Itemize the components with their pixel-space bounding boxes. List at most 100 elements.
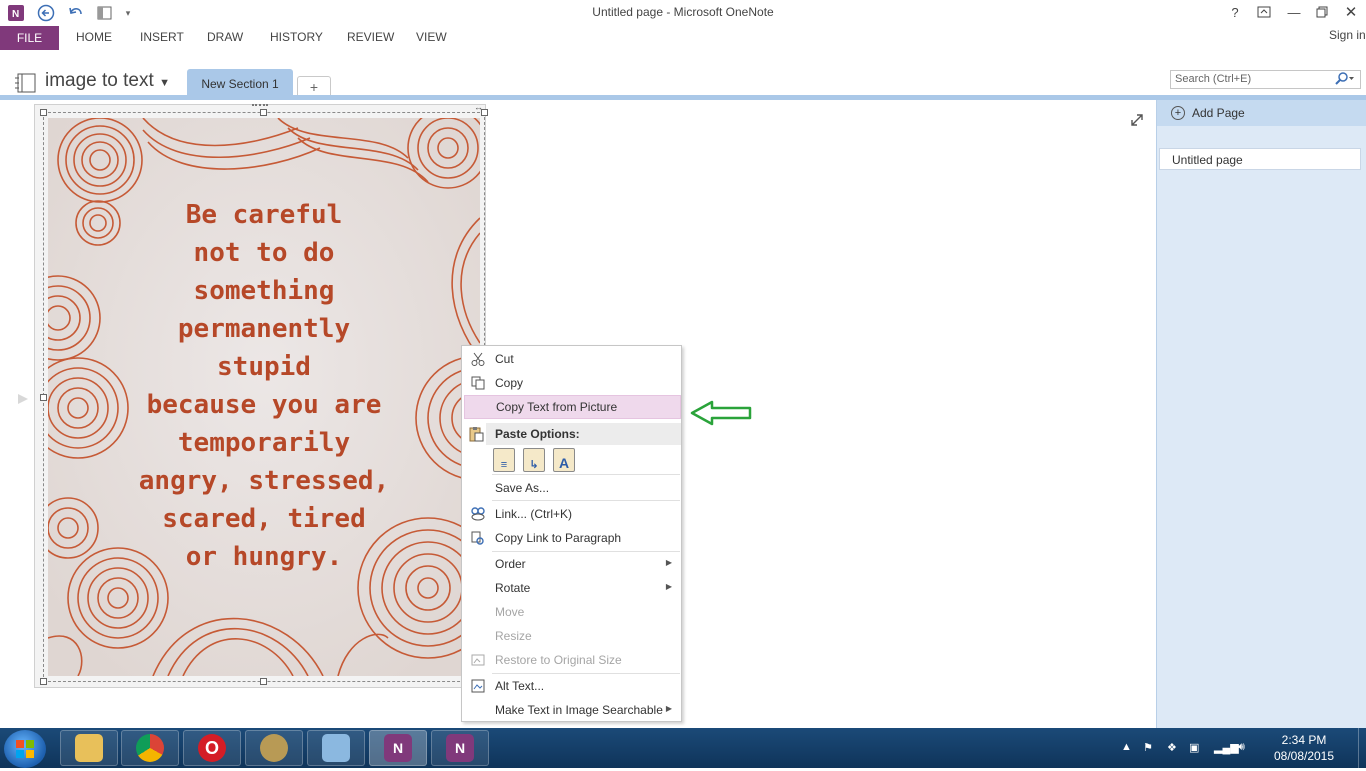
search-input[interactable]: Search (Ctrl+E)	[1170, 70, 1361, 89]
notebook-name-label: image to text	[45, 70, 154, 91]
resize-handle[interactable]	[40, 678, 47, 685]
minimize-icon[interactable]: —	[1283, 3, 1305, 21]
ribbon-display-icon[interactable]	[1253, 3, 1275, 21]
menu-item-restore-size[interactable]: Restore to Original Size	[464, 648, 681, 672]
tab-file[interactable]: FILE	[0, 26, 59, 50]
quote-picture[interactable]: Be careful not to do something permanent…	[48, 118, 480, 676]
context-menu: Cut Copy Copy Text from Picture Paste Op…	[461, 345, 682, 722]
quote-line: or hungry.	[185, 542, 343, 572]
menu-label: Resize	[495, 629, 532, 643]
menu-label: Order	[495, 557, 526, 571]
quote-line: not to do	[193, 238, 335, 268]
paste-merge-formatting-icon[interactable]: ↳	[523, 448, 545, 472]
link-icon	[470, 506, 486, 522]
paste-options-header: Paste Options:	[486, 423, 681, 445]
folder-icon	[75, 734, 103, 762]
window-title: Untitled page - Microsoft OneNote	[592, 5, 774, 19]
close-icon[interactable]: ✕	[1340, 3, 1362, 21]
title-bar: N ▾ Untitled page - Microsoft OneNote ? …	[0, 0, 1366, 26]
tab-view[interactable]: VIEW	[416, 30, 447, 44]
section-tab-new-section-1[interactable]: New Section 1	[187, 69, 293, 98]
taskbar-chrome[interactable]	[121, 730, 179, 766]
taskbar-onenote-clipper[interactable]: N	[431, 730, 489, 766]
menu-item-copy-link[interactable]: Copy Link to Paragraph	[464, 526, 681, 550]
quote-text: Be careful not to do something permanent…	[48, 196, 480, 576]
onenote-icon: N	[384, 734, 412, 762]
taskbar-paint[interactable]	[307, 730, 365, 766]
taskbar-explorer[interactable]	[60, 730, 118, 766]
add-page-label: Add Page	[1192, 106, 1245, 120]
menu-item-save-as[interactable]: Save As...	[464, 476, 681, 500]
clock-time: 2:34 PM	[1281, 733, 1327, 747]
search-icon[interactable]	[1334, 72, 1354, 89]
copy-link-icon	[470, 530, 486, 546]
taskbar-opera[interactable]: O	[183, 730, 241, 766]
page-item-untitled[interactable]: Untitled page	[1159, 148, 1361, 170]
start-button[interactable]	[4, 730, 46, 768]
clipboard-icon	[468, 426, 484, 445]
tab-draw[interactable]: DRAW	[207, 30, 243, 44]
quote-line: something	[193, 276, 335, 306]
menu-item-rotate[interactable]: Rotate ▶	[464, 576, 681, 600]
resize-handle[interactable]	[40, 109, 47, 116]
menu-item-copy-text-from-picture[interactable]: Copy Text from Picture	[464, 395, 681, 419]
resize-handle[interactable]	[40, 394, 47, 401]
resize-handle[interactable]	[481, 109, 488, 116]
menu-label: Cut	[495, 352, 514, 366]
action-center-icon[interactable]: ⚑	[1143, 741, 1153, 754]
paint-icon	[322, 734, 350, 762]
clock-date: 08/08/2015	[1273, 749, 1335, 763]
notebook-name[interactable]: image to text ▼	[45, 70, 170, 92]
menu-item-alt-text[interactable]: Alt Text...	[464, 674, 681, 698]
notebook-icon[interactable]	[14, 72, 38, 97]
submenu-arrow-icon: ▶	[665, 704, 672, 713]
ribbon-tabs: FILE HOME INSERT DRAW HISTORY REVIEW VIE…	[0, 26, 1366, 50]
network-icon[interactable]: ▂▄▆	[1214, 741, 1239, 754]
paragraph-handle-icon[interactable]	[18, 394, 28, 404]
pages-pane: + Add Page Untitled page	[1156, 100, 1366, 728]
show-hidden-icons[interactable]: ▲	[1121, 741, 1132, 753]
menu-item-make-text-searchable[interactable]: Make Text in Image Searchable ▶	[464, 698, 681, 722]
taskbar-search-app[interactable]	[245, 730, 303, 766]
volume-icon[interactable]: 🔊︎	[1238, 741, 1245, 754]
quote-line: scared, tired	[162, 504, 366, 534]
quote-line: stupid	[217, 352, 311, 382]
notebook-bar: image to text ▼ New Section 1 + Search (…	[0, 64, 1366, 98]
menu-item-link[interactable]: Link... (Ctrl+K)	[464, 502, 681, 526]
taskbar-onenote[interactable]: N	[369, 730, 427, 766]
tab-insert[interactable]: INSERT	[140, 30, 184, 44]
taskbar: O N N ▲ ⚑ ❖ ▣ ▂▄▆ 🔊︎ 2:34 PM 08/08/2015	[0, 728, 1366, 768]
menu-item-copy[interactable]: Copy	[464, 371, 681, 395]
paste-keep-formatting-icon[interactable]: ≡	[493, 448, 515, 472]
menu-item-move[interactable]: Move	[464, 600, 681, 624]
green-arrow-annotation-icon	[690, 400, 754, 429]
menu-separator	[492, 500, 680, 501]
restore-icon[interactable]	[1311, 3, 1333, 21]
help-button[interactable]: ?	[1224, 3, 1246, 21]
taskbar-clock[interactable]: 2:34 PM 08/08/2015	[1264, 732, 1344, 764]
device-icon[interactable]: ▣	[1189, 741, 1199, 754]
alt-text-icon	[470, 678, 486, 694]
tab-review[interactable]: REVIEW	[347, 30, 394, 44]
resize-handle[interactable]	[260, 109, 267, 116]
menu-separator	[492, 474, 680, 475]
magnifier-icon	[260, 734, 288, 762]
add-page-button[interactable]: + Add Page	[1157, 100, 1366, 126]
show-desktop-button[interactable]	[1358, 728, 1366, 768]
menu-label: Link... (Ctrl+K)	[495, 507, 573, 521]
menu-label: Alt Text...	[495, 679, 545, 693]
tab-home[interactable]: HOME	[76, 30, 112, 44]
search-placeholder: Search (Ctrl+E)	[1175, 73, 1252, 85]
dropbox-icon[interactable]: ❖	[1167, 741, 1177, 754]
menu-label: Restore to Original Size	[495, 653, 622, 667]
resize-handle[interactable]	[260, 678, 267, 685]
onenote-clipper-icon: N	[446, 734, 474, 762]
copy-icon	[470, 375, 486, 391]
menu-item-order[interactable]: Order ▶	[464, 552, 681, 576]
paste-text-only-icon[interactable]: A	[553, 448, 575, 472]
menu-item-cut[interactable]: Cut	[464, 347, 681, 371]
menu-item-resize[interactable]: Resize	[464, 624, 681, 648]
sign-in-link[interactable]: Sign in	[1329, 28, 1366, 42]
full-page-view-icon[interactable]	[1130, 113, 1144, 130]
tab-history[interactable]: HISTORY	[270, 30, 323, 44]
